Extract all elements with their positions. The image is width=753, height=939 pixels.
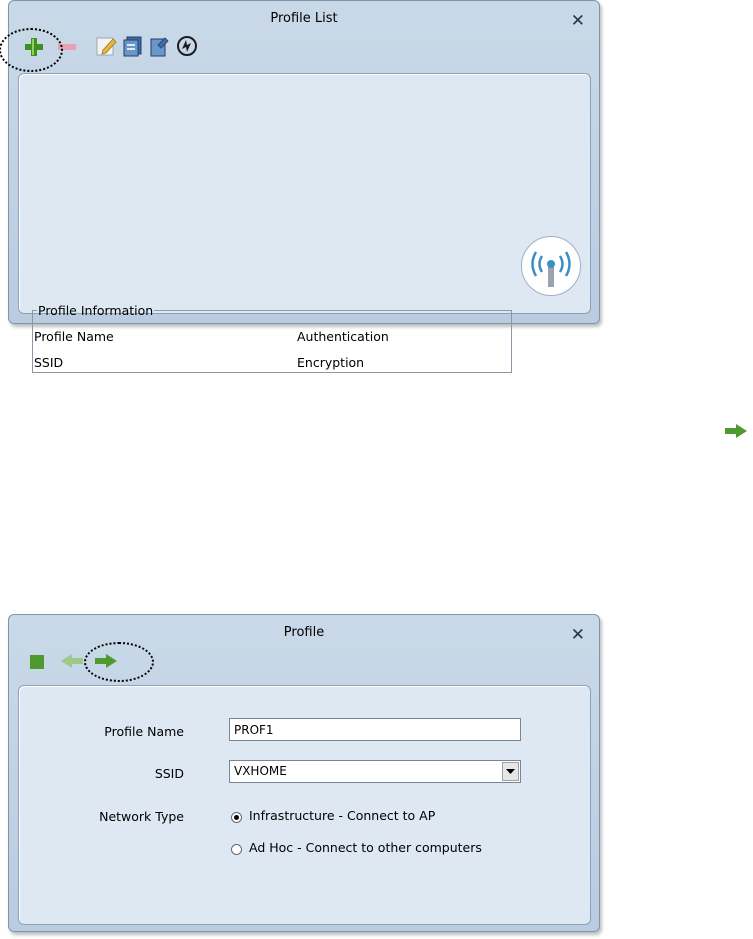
ssid-label: SSID	[154, 766, 184, 781]
ssid-value: VXHOME	[234, 764, 287, 778]
profile-list-window: Profile List ✕ Profile Information Profi…	[0, 0, 600, 373]
stop-icon[interactable]	[29, 654, 45, 670]
authentication-label: Authentication	[297, 329, 389, 344]
profile-name-label: Profile Name	[104, 724, 184, 739]
infrastructure-label: Infrastructure - Connect to AP	[249, 808, 436, 823]
back-arrow-icon[interactable]	[60, 652, 84, 670]
ssid-dropdown[interactable]: VXHOME	[229, 760, 521, 783]
rescan-icon[interactable]	[175, 34, 199, 58]
profile-name-label: Profile Name	[34, 329, 114, 344]
activate-profile-icon[interactable]	[148, 35, 170, 57]
infrastructure-radio[interactable]	[231, 812, 242, 823]
duplicate-profile-icon[interactable]	[121, 35, 143, 57]
profile-window: Profile ✕ Profile Name SSID VXHOME Netwo…	[8, 614, 600, 932]
encryption-label: Encryption	[297, 355, 365, 370]
window-title: Profile List	[270, 11, 338, 26]
close-button[interactable]: ✕	[571, 627, 585, 644]
ssid-label: SSID	[34, 355, 64, 370]
edit-profile-icon[interactable]	[95, 35, 117, 57]
profile-name-input[interactable]	[229, 718, 521, 741]
highlight-ellipse	[84, 642, 154, 682]
wireless-antenna-icon	[521, 236, 581, 296]
network-type-label: Network Type	[99, 809, 184, 824]
adhoc-radio[interactable]	[231, 844, 242, 855]
profile-form-panel: Profile Name SSID VXHOME Network Type In…	[18, 685, 591, 925]
profile-list-panel: Profile Information Profile Name SSID Au…	[18, 73, 591, 373]
highlight-ellipse	[0, 28, 63, 72]
adhoc-label: Ad Hoc - Connect to other computers	[249, 840, 482, 855]
profile-information-legend: Profile Information	[38, 303, 154, 318]
window-title: Profile	[283, 625, 325, 640]
close-button[interactable]: ✕	[571, 13, 585, 30]
chevron-down-icon[interactable]	[502, 762, 519, 781]
next-arrow-icon	[725, 424, 747, 438]
